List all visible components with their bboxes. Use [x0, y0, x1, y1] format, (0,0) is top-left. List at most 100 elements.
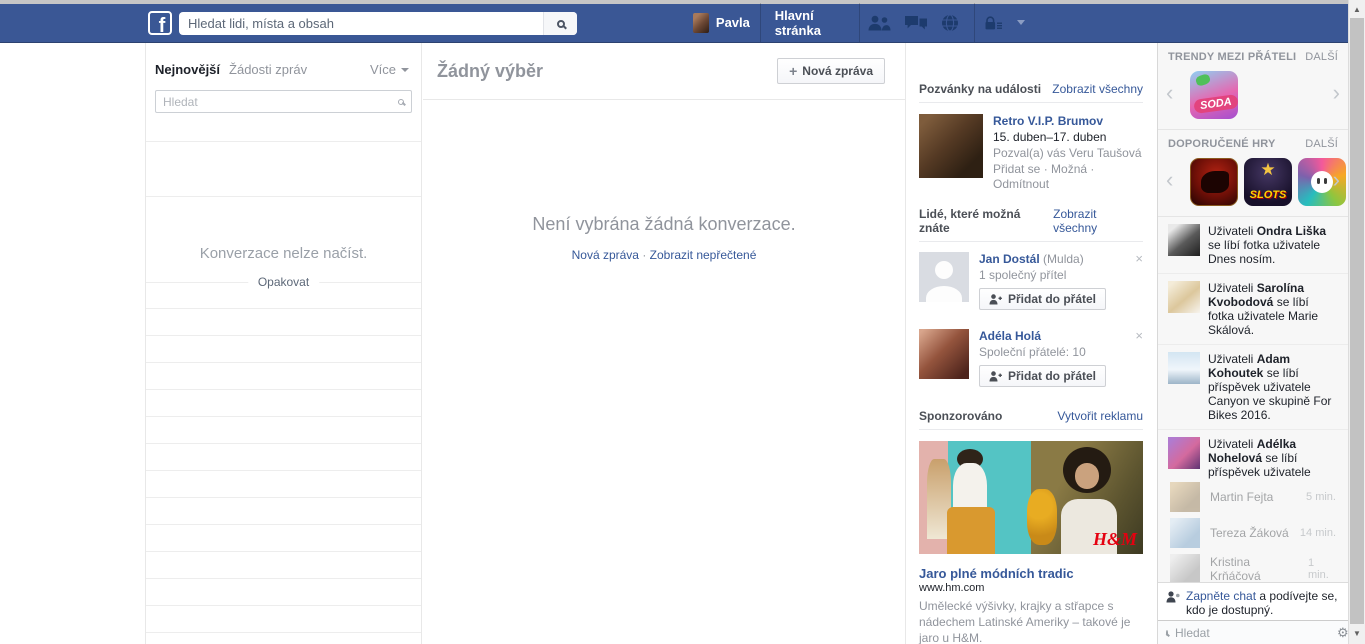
account-menu-caret-icon[interactable] — [1017, 20, 1025, 25]
ticker-text: Uživateli Sarolína Kvobodová se líbí fot… — [1208, 281, 1319, 337]
scroll-down-icon[interactable]: ▼ — [1349, 626, 1365, 642]
avatar[interactable] — [919, 252, 969, 302]
chat-last-active: 5 min. — [1306, 491, 1336, 503]
carousel-prev-icon[interactable]: ‹ — [1166, 81, 1173, 105]
jurassic-game-icon[interactable] — [1190, 158, 1238, 206]
offline-chat-list: Martin Fejta 5 min. Tereza Žáková 14 min… — [1158, 479, 1348, 587]
privacy-shortcuts-lock-icon[interactable] — [985, 15, 1002, 30]
global-search-input[interactable] — [179, 16, 543, 31]
messages-icon[interactable] — [905, 15, 928, 31]
event-invite-item[interactable]: Retro V.I.P. Brumov 15. duben–17. duben … — [919, 103, 1143, 200]
ticker-text: Uživateli Ondra Liška se líbí fotka uživ… — [1208, 224, 1327, 266]
mutual-friends: Společní přátelé: 10 — [979, 345, 1086, 359]
nav-divider — [759, 3, 761, 42]
carousel-next-icon[interactable]: › — [1333, 168, 1340, 192]
ad-headline-link[interactable]: Jaro plné módních tradic — [919, 566, 1143, 581]
search-submit-button[interactable] — [543, 12, 577, 35]
chat-search-input[interactable] — [1175, 625, 1330, 640]
turn-on-chat-link[interactable]: Zapněte chat — [1186, 589, 1256, 603]
carousel-prev-icon[interactable]: ‹ — [1166, 168, 1173, 192]
event-name-link[interactable]: Retro V.I.P. Brumov — [993, 114, 1143, 129]
trivia-face-icon — [1311, 171, 1333, 193]
empty-conversation-rows — [146, 308, 421, 644]
chat-contact-row[interactable]: Martin Fejta 5 min. — [1158, 479, 1348, 515]
plus-icon: + — [789, 63, 798, 79]
global-search — [179, 12, 577, 35]
list-divider — [146, 196, 421, 197]
chat-status-person-icon — [1166, 591, 1180, 603]
ad-photo-left — [919, 441, 1031, 554]
conversation-list-tabs: Nejnovější Žádosti zpráv Více — [146, 43, 421, 77]
conversation-search-input[interactable] — [163, 94, 398, 109]
chat-contact-name: Kristina Krňáčová — [1210, 555, 1261, 583]
event-rsvp-actions[interactable]: Přidat se · Možná · Odmítnout — [993, 162, 1143, 192]
ticker-story[interactable]: Uživateli Ondra Liška se líbí fotka uživ… — [1158, 217, 1348, 274]
close-icon[interactable]: × — [1135, 252, 1143, 265]
trending-games-section: TRENDY MEZI PŘÁTELI DALŠÍ ‹ SODA › — [1158, 43, 1348, 130]
more-dropdown[interactable]: Více — [370, 62, 409, 77]
nav-profile-link[interactable]: Pavla — [716, 15, 750, 30]
tab-newest[interactable]: Nejnovější — [155, 62, 220, 77]
ticker-story[interactable]: Uživateli Sarolína Kvobodová se líbí fot… — [1158, 274, 1348, 345]
new-message-button[interactable]: + Nová zpráva — [777, 58, 885, 84]
gear-icon[interactable]: ⚙ — [1337, 626, 1348, 639]
avatar[interactable] — [693, 12, 709, 33]
recommended-games-more-link[interactable]: DALŠÍ — [1305, 138, 1338, 150]
chat-contact-name: Tereza Žáková — [1210, 526, 1289, 540]
top-navigation-bar: f Pavla Hlavní stránka — [0, 3, 1348, 43]
nav-container: f Pavla Hlavní stránka — [145, 3, 1025, 42]
show-unread-link[interactable]: Zobrazit nepřečtené — [650, 248, 757, 262]
ticker-story[interactable]: Uživateli Adam Kohoutek se líbí příspěve… — [1158, 345, 1348, 430]
nav-divider — [974, 3, 975, 42]
ad-image[interactable]: H&M — [919, 441, 1143, 554]
avatar[interactable] — [919, 329, 969, 379]
events-see-all-link[interactable]: Zobrazit všechny — [1052, 82, 1143, 96]
close-icon[interactable]: × — [1135, 329, 1143, 342]
person-name-link[interactable]: Jan Dostál — [979, 252, 1040, 266]
ticker-text: Uživateli Adélka Nohelová se líbí příspě… — [1208, 437, 1311, 479]
person-add-icon — [989, 370, 1002, 381]
activity-ticker: Uživateli Ondra Liška se líbí fotka uživ… — [1158, 217, 1348, 479]
new-message-link[interactable]: Nová zpráva — [572, 248, 639, 262]
scrollbar-thumb[interactable] — [1350, 18, 1364, 624]
nav-home-link[interactable]: Hlavní stránka — [775, 8, 846, 38]
conversation-view-panel: Žádný výběr + Nová zpráva Není vybrána ž… — [423, 43, 906, 644]
create-ad-link[interactable]: Vytvořit reklamu — [1057, 409, 1143, 423]
empty-state-links: Nová zpráva Zobrazit nepřečtené — [423, 248, 905, 262]
ticker-chat-sidebar: TRENDY MEZI PŘÁTELI DALŠÍ ‹ SODA › DOPOR… — [1157, 43, 1348, 644]
sponsored-header: Sponzorováno Vytvořit reklamu — [919, 402, 1143, 430]
retry-link[interactable]: Opakovat — [247, 275, 320, 289]
friend-requests-icon[interactable] — [867, 15, 891, 31]
nav-divider — [859, 3, 861, 42]
carousel-next-icon[interactable]: › — [1333, 81, 1340, 105]
add-friend-button[interactable]: Přidat do přátel — [979, 365, 1107, 387]
add-friend-button[interactable]: Přidat do přátel — [979, 288, 1107, 310]
event-photo[interactable] — [919, 114, 983, 178]
person-name-link[interactable]: Adéla Holá — [979, 329, 1041, 343]
ticker-story[interactable]: Uživateli Adélka Nohelová se líbí příspě… — [1158, 430, 1348, 479]
scroll-up-icon[interactable]: ▲ — [1349, 2, 1365, 18]
dot-separator — [639, 248, 650, 262]
facebook-messages-page: f Pavla Hlavní stránka — [0, 0, 1365, 644]
event-invites-title: Pozvánky na události — [919, 82, 1042, 96]
slots-game-icon[interactable]: ★ SLOTS — [1244, 158, 1292, 206]
chevron-down-icon — [401, 67, 409, 72]
pymk-header: Lidé, které možná znáte Zobrazit všechny — [919, 200, 1143, 242]
pymk-see-all-link[interactable]: Zobrazit všechny — [1053, 207, 1143, 235]
recommended-games-carousel: ‹ ★ SLOTS › — [1166, 154, 1346, 210]
conversation-list-panel: Nejnovější Žádosti zpráv Více Konverzace… — [145, 43, 422, 644]
facebook-logo-icon[interactable]: f — [148, 11, 172, 35]
trending-games-more-link[interactable]: DALŠÍ — [1305, 51, 1338, 63]
tab-message-requests[interactable]: Žádosti zpráv — [229, 62, 307, 77]
notifications-globe-icon[interactable] — [941, 13, 959, 32]
page-scrollbar[interactable]: ▲ ▼ — [1348, 0, 1365, 644]
more-label: Více — [369, 62, 396, 77]
error-message: Konverzace nelze načíst. — [199, 245, 368, 262]
mutual-friends: 1 společný přítel — [979, 268, 1067, 282]
avatar — [1168, 352, 1200, 384]
chat-contact-row[interactable]: Tereza Žáková 14 min. — [1158, 515, 1348, 551]
candy-crush-soda-game-icon[interactable]: SODA — [1190, 71, 1238, 119]
ad-url: www.hm.com — [919, 582, 985, 594]
conversation-search — [155, 90, 412, 113]
conversation-title: Žádný výběr — [437, 60, 544, 81]
